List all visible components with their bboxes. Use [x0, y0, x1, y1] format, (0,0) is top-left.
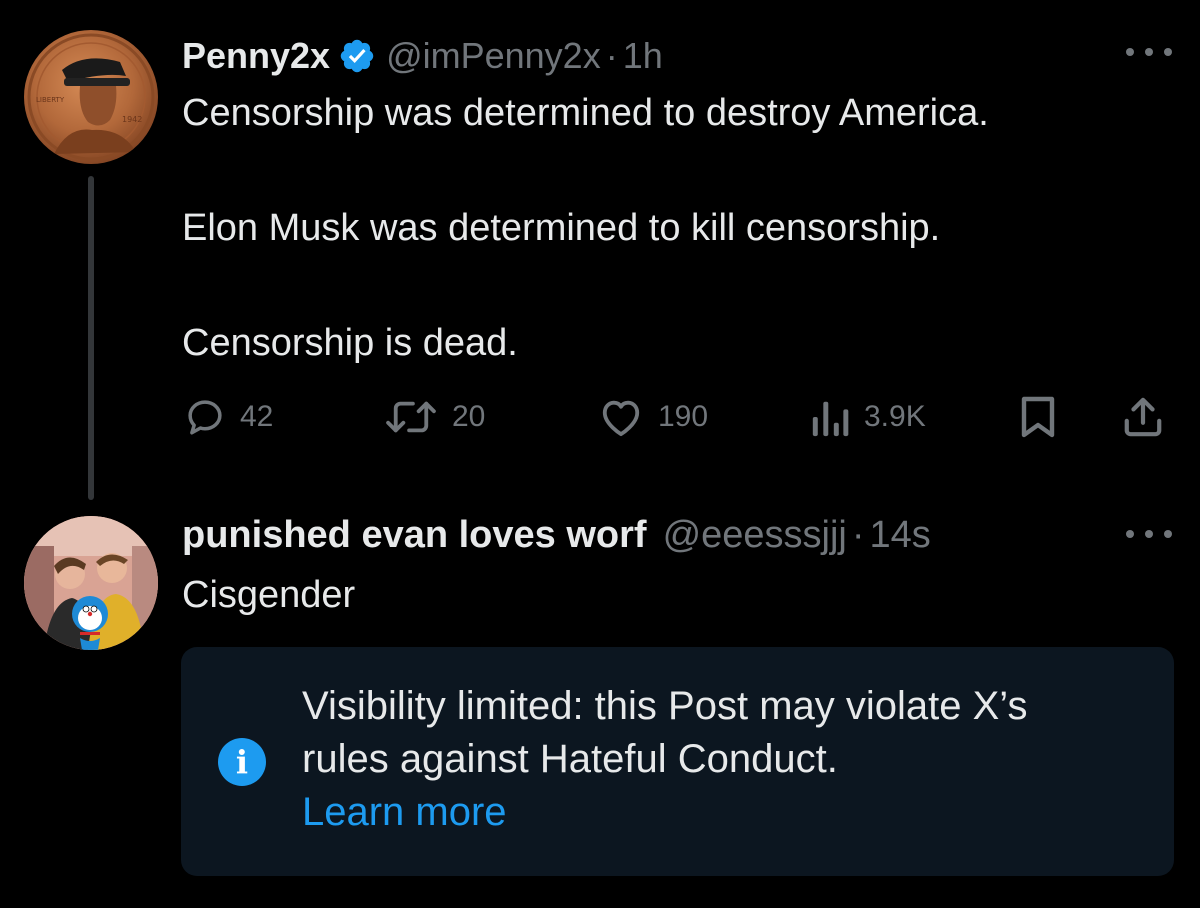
more-dot: [1126, 530, 1134, 538]
separator-dot: ·: [605, 35, 618, 76]
post-text: Cisgender: [182, 574, 356, 616]
info-icon: i: [218, 738, 266, 786]
repost-button[interactable]: 20: [384, 392, 485, 442]
reply-icon: [188, 400, 222, 435]
svg-text:LIBERTY: LIBERTY: [36, 96, 65, 104]
bookmark-icon: [1021, 396, 1055, 438]
post-text-line: Censorship is dead.: [182, 322, 518, 364]
handle[interactable]: @eeesssjjj: [663, 514, 847, 557]
avatar-eeesssjjj[interactable]: [24, 516, 158, 650]
more-dot: [1126, 48, 1134, 56]
more-dot: [1145, 48, 1153, 56]
more-icon[interactable]: [1126, 522, 1172, 546]
share-icon: [1124, 397, 1162, 437]
post-header: Penny2x @imPenny2x · 1h: [182, 34, 663, 78]
post-text-line: Elon Musk was determined to kill censors…: [182, 207, 941, 249]
notice-line: rules against Hateful Conduct.: [302, 737, 838, 781]
notice-line: Visibility limited: this Post may violat…: [302, 684, 1028, 728]
like-button[interactable]: 190: [598, 392, 708, 442]
more-dot: [1145, 530, 1153, 538]
repost-count: 20: [452, 400, 486, 433]
more-dot: [1164, 48, 1172, 56]
like-icon: [602, 400, 640, 437]
avatar-photo: [24, 516, 158, 650]
separator-dot: ·: [851, 513, 865, 556]
like-count: 190: [658, 400, 709, 433]
views-button[interactable]: 3.9K: [810, 392, 926, 442]
repost-icon: [386, 401, 436, 433]
views-count: 3.9K: [864, 400, 926, 433]
display-name[interactable]: Penny2x: [182, 35, 330, 77]
thread-connector-line: [88, 176, 94, 500]
post-header: punished evan loves worf @eeesssjjj · 14…: [182, 512, 931, 558]
verified-badge-icon[interactable]: [338, 37, 376, 75]
learn-more-link[interactable]: Learn more: [302, 786, 1152, 839]
svg-text:1942: 1942: [122, 115, 142, 124]
handle[interactable]: @imPenny2x: [386, 35, 601, 77]
reply-button[interactable]: 42: [184, 392, 273, 442]
avatar-penny2x[interactable]: LIBERTY 1942: [24, 30, 158, 164]
post-text-line: Censorship was determined to destroy Ame…: [182, 92, 989, 134]
more-icon[interactable]: [1126, 40, 1172, 64]
more-dot: [1164, 530, 1172, 538]
views-icon: [812, 401, 849, 437]
timestamp[interactable]: 1h: [623, 35, 663, 77]
penny-coin-image: LIBERTY 1942: [27, 33, 155, 161]
reply-count: 42: [240, 400, 274, 433]
bookmark-button[interactable]: [1018, 392, 1058, 442]
timestamp[interactable]: 14s: [870, 514, 931, 557]
share-button[interactable]: [1122, 392, 1164, 442]
display-name[interactable]: punished evan loves worf: [182, 514, 647, 557]
visibility-notice-text: Visibility limited: this Post may violat…: [302, 680, 1152, 839]
